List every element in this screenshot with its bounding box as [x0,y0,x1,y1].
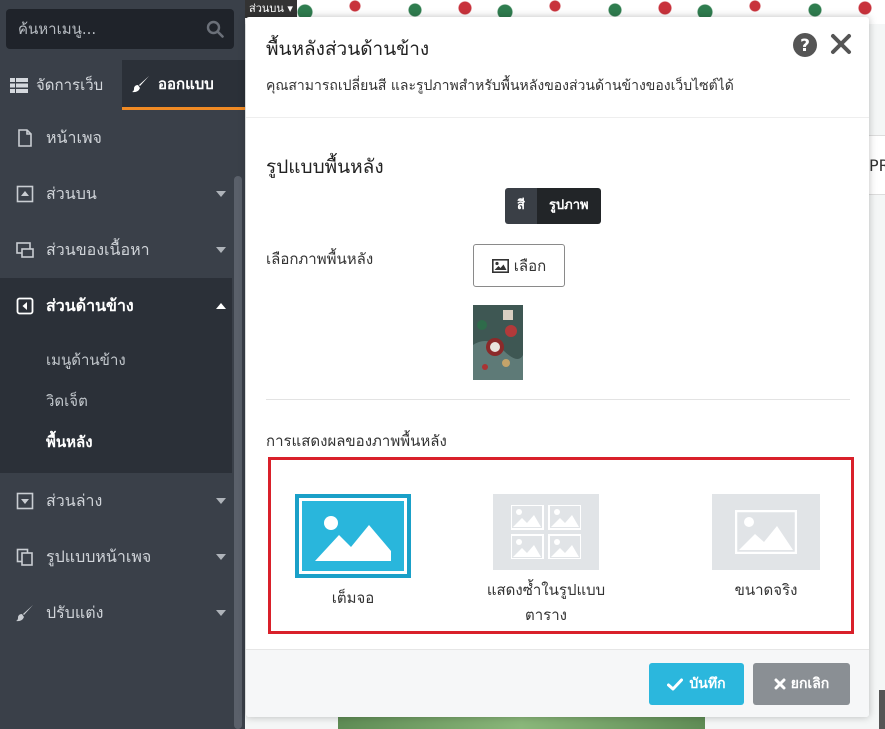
sidebar-item-customize[interactable]: ปรับแต่ง [0,585,232,641]
preview-edge [879,690,885,729]
chevron-down-icon [216,498,226,504]
background-image-thumbnail [473,305,523,380]
chevron-down-icon [216,610,226,616]
page-icon [18,129,32,147]
brush-icon [132,75,149,92]
save-button-label: บันทึก [689,676,726,692]
display-option-fullscreen[interactable]: เต็มจอ [293,494,413,611]
tab-manage-website[interactable]: จัดการเว็บ [0,60,122,110]
toggle-color-button[interactable]: สี [505,188,537,224]
cancel-button-label: ยกเลิก [790,676,830,692]
table-icon [10,77,28,93]
sidebar-item-label: ส่วนล่าง [46,490,103,510]
sidebar-icon [16,297,34,315]
sidebar-item-label: หน้าเพจ [46,127,102,147]
sidebar-item-page-layout[interactable]: รูปแบบหน้าเพจ [0,529,232,585]
close-icon [774,678,786,690]
display-option-tile[interactable]: แสดงซ้ำในรูปแบบตาราง [471,494,621,628]
sidebar-item-content[interactable]: ส่วนของเนื้อหา [0,222,232,278]
background-style-heading: รูปแบบพื้นหลัง [266,156,384,178]
sidebar-item-pages[interactable]: หน้าเพจ [0,110,232,166]
display-mode-label: การแสดงผลของภาพพื้นหลัง [266,432,447,450]
sidebar-item-header[interactable]: ส่วนบน [0,166,232,222]
brush-icon [16,605,33,622]
fullscreen-image-icon [295,494,411,578]
choose-image-button-label: เลือก [513,256,547,275]
divider [246,117,869,118]
sidebar-item-footer[interactable]: ส่วนล่าง [0,473,232,529]
sidebar-item-label: ส่วนของเนื้อหา [46,239,150,259]
svg-text:?: ? [800,36,810,56]
cancel-button[interactable]: ยกเลิก [753,663,850,705]
display-option-actual-size[interactable]: ขนาดจริง [691,494,841,603]
background-type-toggle: สี รูปภาพ [505,188,601,224]
choose-image-button[interactable]: เลือก [473,244,565,287]
submenu-item-widgets[interactable]: วิดเจ็ต [0,381,232,422]
content-icon [16,242,34,258]
tab-design-label: ออกแบบ [158,74,214,93]
choose-image-label: เลือกภาพพื้นหลัง [266,250,374,268]
display-option-label: เต็มจอ [331,589,375,607]
header-icon [16,185,34,203]
sidebar-item-label: ส่วนด้านข้าง [46,295,134,315]
sidebar-item-sidebar[interactable]: ส่วนด้านข้าง [0,278,232,334]
display-option-label: แสดงซ้ำในรูปแบบตาราง [486,581,606,624]
chevron-up-icon [216,303,226,309]
check-icon [667,678,684,690]
search-input[interactable] [18,9,198,49]
modal-footer: บันทึก ยกเลิก [246,649,869,717]
divider [266,399,850,400]
sidebar-menu: หน้าเพจ ส่วนบน ส่วนของเนื้อหา ส่วนด้านข้… [0,110,232,641]
section-tag[interactable]: ส่วนบน ▾ [245,0,297,18]
display-mode-options: เต็มจอ แสดงซ้ำในรูปแบบตาราง ขนาดจริง [268,457,854,634]
sidebar-item-label: ปรับแต่ง [46,602,104,622]
search-icon[interactable] [206,20,224,38]
sidebar-submenu: เมนูด้านข้าง วิดเจ็ต พื้นหลัง [0,334,232,473]
chevron-down-icon [216,191,226,197]
save-button[interactable]: บันทึก [649,663,744,705]
submenu-item-side-menu[interactable]: เมนูด้านข้าง [0,340,232,381]
admin-sidebar: จัดการเว็บ ออกแบบ หน้าเพจ ส่วนบน ส่วนของ… [0,0,245,729]
modal-description: คุณสามารถเปลี่ยนสี และรูปภาพสำหรับพื้นหล… [266,78,734,94]
help-icon[interactable]: ? [792,32,818,58]
toggle-image-button[interactable]: รูปภาพ [536,188,601,224]
actual-size-image-icon [712,494,820,570]
tab-design[interactable]: ออกแบบ [122,60,245,110]
sidebar-item-label: ส่วนบน [46,183,97,203]
close-icon[interactable] [830,33,852,55]
background-settings-modal: พื้นหลังส่วนด้านข้าง ? คุณสามารถเปลี่ยนส… [246,17,869,717]
modal-title: พื้นหลังส่วนด้านข้าง [266,38,430,60]
image-icon [491,258,509,273]
footer-icon [16,492,34,510]
display-option-label: ขนาดจริง [734,581,798,599]
sidebar-item-label: รูปแบบหน้าเพจ [46,546,152,566]
chevron-down-icon [216,554,226,560]
search-box [6,9,234,49]
chevron-down-icon [216,247,226,253]
sidebar-tabs: จัดการเว็บ ออกแบบ [0,60,245,110]
submenu-item-background[interactable]: พื้นหลัง [0,422,232,463]
sidebar-scrollbar[interactable] [234,176,242,729]
copy-icon [16,548,33,566]
tile-image-icon [493,494,599,570]
tab-manage-label: จัดการเว็บ [36,76,104,94]
